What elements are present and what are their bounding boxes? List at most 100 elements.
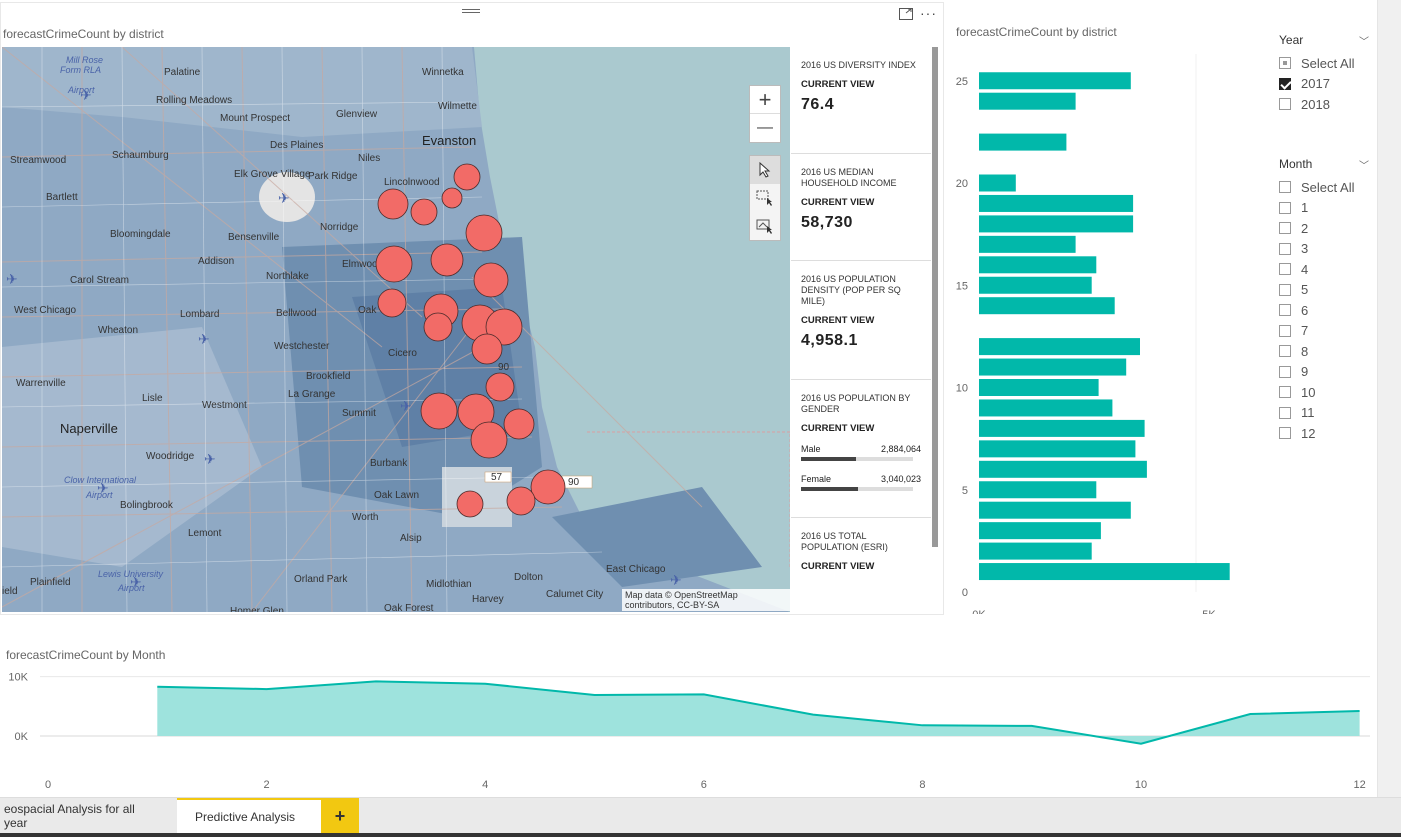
bar[interactable] <box>979 542 1092 560</box>
slicer-item[interactable]: 11 <box>1279 403 1369 424</box>
slicer-item[interactable]: 12 <box>1279 423 1369 444</box>
bar[interactable] <box>979 440 1136 458</box>
slicer-item[interactable]: 3 <box>1279 239 1369 260</box>
checkbox[interactable] <box>1279 345 1291 358</box>
bar[interactable] <box>979 235 1076 253</box>
checkbox[interactable] <box>1279 365 1291 378</box>
slicer-item[interactable]: 4 <box>1279 259 1369 280</box>
crime-bubble[interactable] <box>471 333 503 365</box>
x-tick-label: 0K <box>972 609 986 614</box>
crime-bubble[interactable] <box>470 421 508 459</box>
bar[interactable] <box>979 481 1097 499</box>
crime-bubble[interactable] <box>375 245 413 283</box>
slicer-item[interactable]: 10 <box>1279 382 1369 403</box>
bar[interactable] <box>979 297 1115 315</box>
bar[interactable] <box>979 194 1134 212</box>
bar[interactable] <box>979 460 1147 478</box>
checkbox[interactable] <box>1279 283 1291 296</box>
rectangle-select-icon[interactable] <box>750 184 780 212</box>
slicer-item[interactable]: 2 <box>1279 218 1369 239</box>
pointer-tool-button[interactable] <box>750 156 780 184</box>
crime-bubble[interactable] <box>430 243 464 277</box>
checkbox[interactable] <box>1279 406 1291 419</box>
tab-geospatial-analysis[interactable]: eospacial Analysis for all year <box>0 798 176 834</box>
crime-bubble[interactable] <box>473 262 509 298</box>
bar[interactable] <box>979 256 1097 274</box>
bar[interactable] <box>979 72 1131 90</box>
map-visual[interactable]: ··· forecastCrimeCount by district 57 90… <box>0 2 944 615</box>
slicer-item[interactable]: Select All <box>1279 177 1369 198</box>
checkbox[interactable] <box>1279 222 1291 235</box>
crime-bubble[interactable] <box>453 163 481 191</box>
bar[interactable] <box>979 92 1076 110</box>
checkbox[interactable] <box>1279 324 1291 337</box>
checkbox[interactable] <box>1279 263 1291 276</box>
crime-bubble[interactable] <box>506 486 536 516</box>
checkbox[interactable] <box>1279 181 1291 194</box>
area-chart-visual[interactable]: forecastCrimeCount by Month 0K 10K 0 2 4 6 8 10… <box>0 645 1375 795</box>
slicer-item[interactable]: 8 <box>1279 341 1369 362</box>
info-card-subtitle: CURRENT VIEW <box>801 197 875 208</box>
zoom-out-button[interactable]: — <box>750 114 780 142</box>
add-page-button[interactable]: + <box>321 798 359 834</box>
focus-mode-icon[interactable] <box>899 8 913 20</box>
bar[interactable] <box>979 174 1016 192</box>
map-canvas[interactable]: 57 90 90 ✈ ✈ ✈ ✈ ✈ ✈ ✈ ✈ ✈ Mill Rose For… <box>2 47 790 612</box>
slicer-item[interactable]: 5 <box>1279 280 1369 301</box>
map-attribution[interactable]: Map data © OpenStreetMap contributors, C… <box>622 589 790 611</box>
checkbox[interactable] <box>1279 201 1291 214</box>
slicer-item[interactable]: 2017 <box>1279 74 1369 95</box>
slicer-header[interactable]: Month ﹀ <box>1279 157 1369 177</box>
tab-predictive-analysis[interactable]: Predictive Analysis <box>177 798 321 834</box>
bar[interactable] <box>979 379 1099 396</box>
bar[interactable] <box>979 133 1067 151</box>
map-place-label: Wilmette <box>438 101 477 112</box>
checkbox[interactable] <box>1279 304 1291 317</box>
crime-bubble[interactable] <box>485 372 515 402</box>
crime-bubble[interactable] <box>530 469 566 505</box>
chevron-down-icon[interactable]: ﹀ <box>1359 33 1369 48</box>
crime-bubble[interactable] <box>423 312 453 342</box>
infographic-scrollbar[interactable] <box>932 47 938 547</box>
bar[interactable] <box>979 419 1145 437</box>
bar[interactable] <box>979 276 1092 294</box>
checkbox[interactable] <box>1279 386 1291 399</box>
area-chart: 0K 10K 0 2 4 6 8 10 12 <box>8 672 1370 791</box>
chevron-down-icon[interactable]: ﹀ <box>1359 157 1369 172</box>
slicer-header[interactable]: Year ﹀ <box>1279 33 1369 53</box>
crime-bubble[interactable] <box>377 288 407 318</box>
bar[interactable] <box>979 358 1127 376</box>
slicer-item[interactable]: Select All <box>1279 53 1369 74</box>
checkbox[interactable] <box>1279 242 1291 255</box>
crime-bubble[interactable] <box>410 198 438 226</box>
slicer-item[interactable]: 7 <box>1279 321 1369 342</box>
ellipsis-icon[interactable]: ··· <box>920 5 937 21</box>
bar[interactable] <box>979 399 1113 417</box>
gender-row-male: Male 2,884,064 <box>801 444 921 464</box>
slicer-item[interactable]: 9 <box>1279 362 1369 383</box>
crime-bubble[interactable] <box>465 214 503 252</box>
zoom-in-button[interactable]: + <box>750 86 780 114</box>
crime-bubble[interactable] <box>377 188 409 220</box>
bar[interactable] <box>979 338 1140 356</box>
checkbox[interactable] <box>1279 427 1291 440</box>
crime-bubble[interactable] <box>420 392 458 430</box>
bar[interactable] <box>979 563 1230 581</box>
map-place-label: Airport <box>67 85 95 95</box>
drag-grip-icon[interactable] <box>462 9 480 15</box>
checkbox[interactable] <box>1279 77 1291 90</box>
bar[interactable] <box>979 215 1134 233</box>
crime-bubble[interactable] <box>503 408 535 440</box>
page-scrollbar[interactable] <box>1377 0 1401 797</box>
bar[interactable] <box>979 501 1131 519</box>
checkbox[interactable] <box>1279 57 1291 70</box>
crime-bubble[interactable] <box>456 490 484 518</box>
slicer-item[interactable]: 1 <box>1279 198 1369 219</box>
crime-bubble[interactable] <box>441 187 463 209</box>
checkbox[interactable] <box>1279 98 1291 111</box>
lasso-select-icon[interactable] <box>750 212 780 240</box>
slicer-item[interactable]: 2018 <box>1279 94 1369 115</box>
bar[interactable] <box>979 522 1101 540</box>
slicer-item[interactable]: 6 <box>1279 300 1369 321</box>
bar-chart-visual[interactable]: forecastCrimeCount by district 0 5 10 15 20 2… <box>954 22 1254 614</box>
